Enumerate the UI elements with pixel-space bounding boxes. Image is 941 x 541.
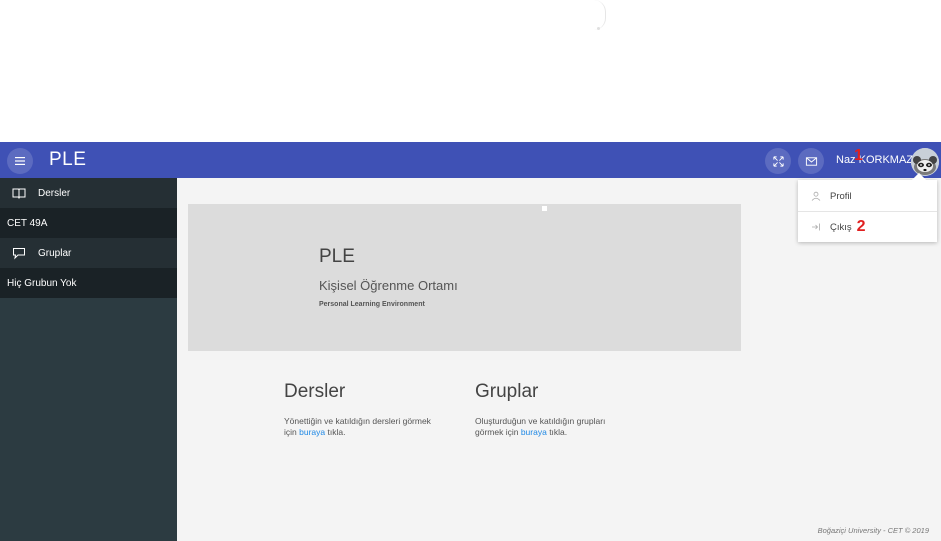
- user-name[interactable]: Naz KORKMAZ: [836, 154, 913, 166]
- sidebar-item-label: CET 49A: [7, 217, 48, 229]
- logout-icon: [811, 222, 821, 232]
- sidebar-item-no-group[interactable]: Hiç Grubun Yok: [0, 268, 177, 298]
- card-text-pre: için: [284, 427, 300, 437]
- card-text-pre: görmek için: [475, 427, 521, 437]
- app-window: PLE Naz KORKMAZ 1 Dersler CET 49A Grupla…: [0, 142, 941, 541]
- app-title[interactable]: PLE: [49, 149, 86, 171]
- sidebar-item-dersler[interactable]: Dersler: [0, 178, 177, 208]
- card-text-post: tıkla.: [546, 427, 568, 437]
- dropdown-item-cikis[interactable]: Çıkış 2: [798, 212, 937, 242]
- sidebar-item-gruplar[interactable]: Gruplar: [0, 238, 177, 268]
- raccoon-avatar-icon: [911, 148, 939, 176]
- user-dropdown-menu: Profil Çıkış 2: [798, 172, 937, 242]
- sidebar-item-label: Hiç Grubun Yok: [7, 277, 77, 289]
- card-text-post: tıkla.: [325, 427, 346, 437]
- menu-icon: [15, 157, 25, 165]
- sidebar-item-label: Gruplar: [38, 247, 72, 259]
- messages-button[interactable]: [798, 148, 824, 174]
- mail-icon: [805, 156, 817, 166]
- dropdown-item-profil[interactable]: Profil: [798, 181, 937, 211]
- chat-icon: [12, 246, 26, 260]
- loading-spinner-icon: [591, 0, 606, 30]
- expand-icon: [772, 155, 784, 167]
- dersler-card-title: Dersler: [284, 381, 346, 402]
- annotation-marker-1: 1: [854, 147, 863, 164]
- sidebar-item-label: Dersler: [38, 187, 71, 199]
- dropdown-item-label: Profil: [830, 190, 852, 202]
- blank-area: [0, 0, 941, 142]
- top-navbar: PLE Naz KORKMAZ 1: [0, 142, 941, 178]
- gruplar-card-title: Gruplar: [475, 381, 539, 402]
- sidebar: Dersler CET 49A Gruplar Hiç Grubun Yok: [0, 178, 177, 541]
- footer-text: Boğaziçi University - CET © 2019: [817, 526, 929, 535]
- banner-indicator: [542, 206, 547, 211]
- banner-title: PLE: [319, 246, 355, 267]
- card-text-line: Oluşturduğun ve katıldığın grupları: [475, 416, 606, 426]
- annotation-marker-2: 2: [856, 218, 866, 235]
- avatar[interactable]: [911, 148, 939, 176]
- banner-subtitle: Kişisel Öğrenme Ortamı: [319, 278, 458, 293]
- card-text-line: Yönettiğin ve katıldığın dersleri görmek: [284, 416, 431, 426]
- loading-dot: [597, 27, 600, 30]
- user-icon: [811, 191, 821, 201]
- menu-toggle-button[interactable]: [7, 148, 33, 174]
- gruplar-card-text: Oluşturduğun ve katıldığın grupları görm…: [475, 416, 675, 438]
- dersler-card-text: Yönettiğin ve katıldığın dersleri görmek…: [284, 416, 484, 438]
- dersler-link[interactable]: buraya: [299, 427, 325, 437]
- banner-subtitle-en: Personal Learning Environment: [319, 301, 425, 308]
- dropdown-item-label: Çıkış: [830, 221, 852, 233]
- fullscreen-button[interactable]: [765, 148, 791, 174]
- sidebar-item-cet49a[interactable]: CET 49A: [0, 208, 177, 238]
- gruplar-link[interactable]: buraya: [521, 427, 547, 437]
- welcome-banner: PLE Kişisel Öğrenme Ortamı Personal Lear…: [188, 204, 741, 351]
- book-icon: [12, 186, 26, 200]
